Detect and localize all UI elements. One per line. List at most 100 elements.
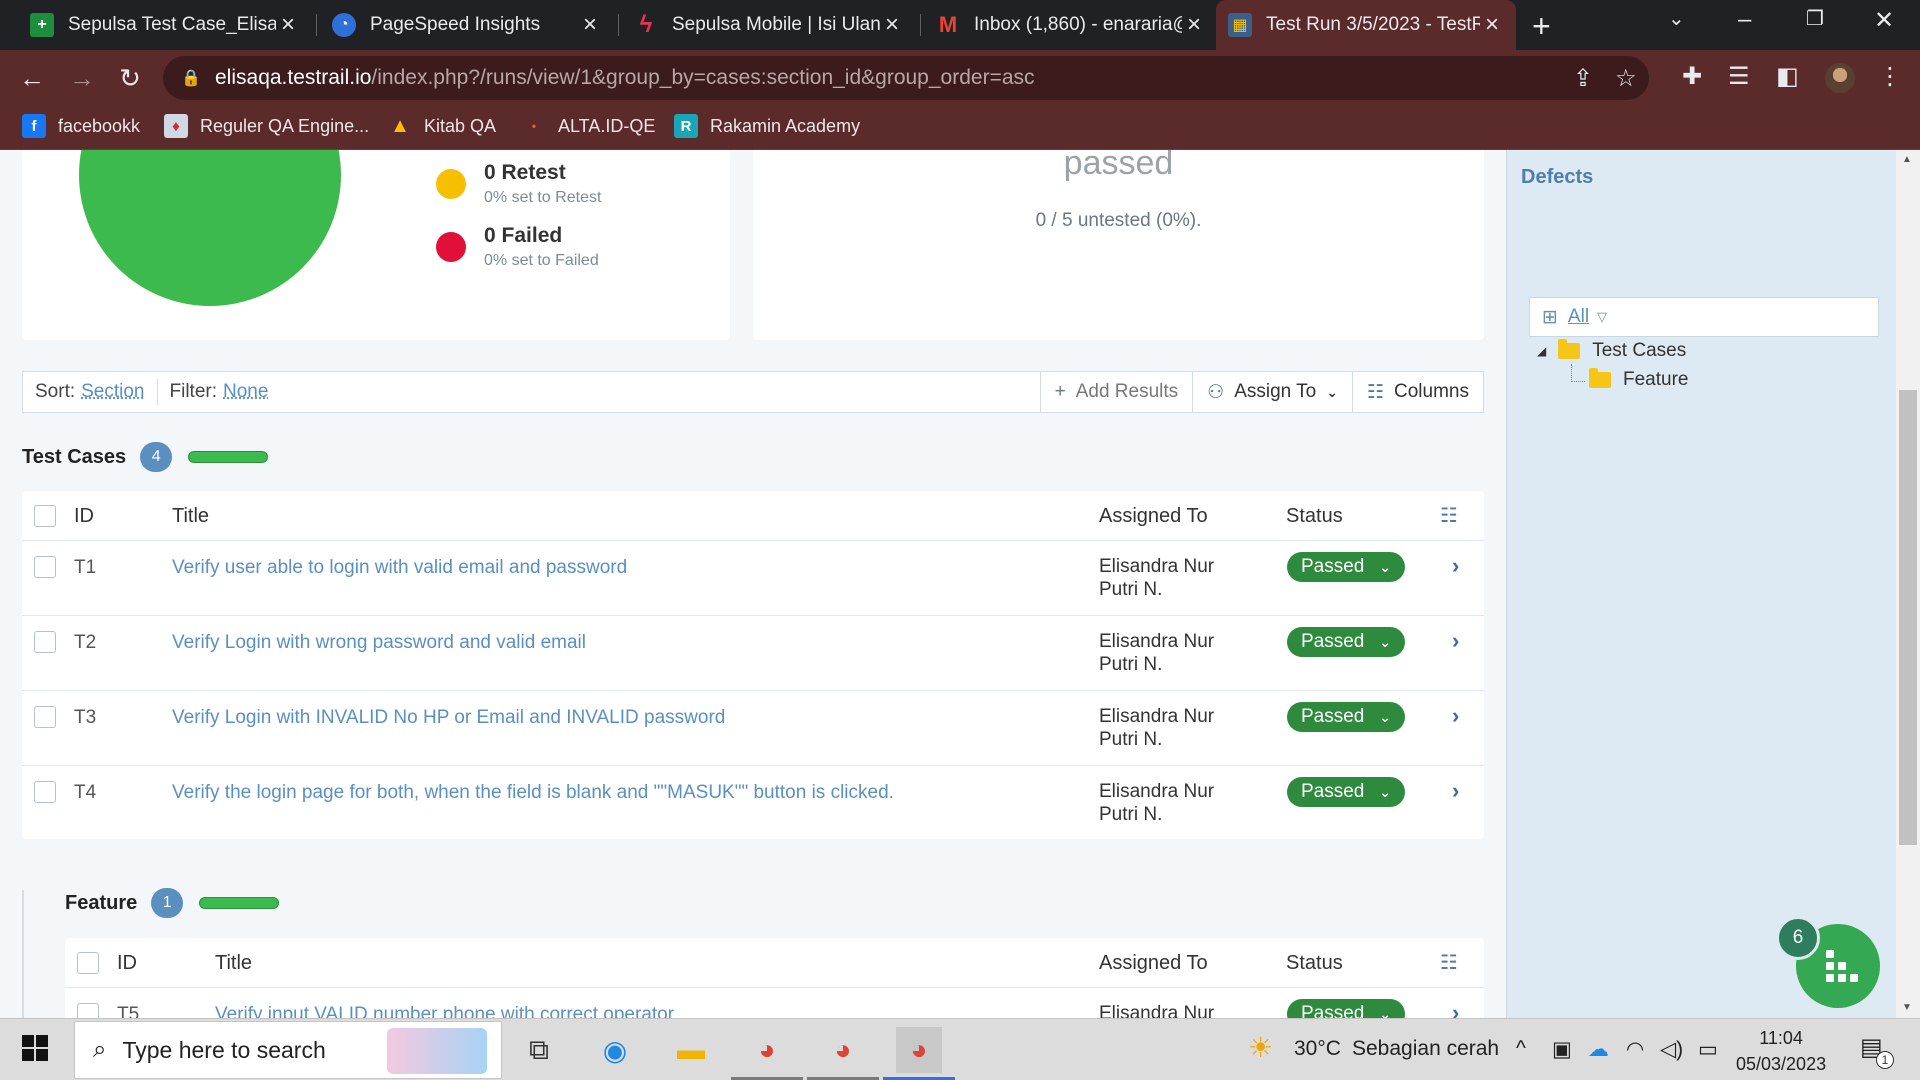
bookmark-item[interactable]: ▲ Kitab QA	[388, 114, 496, 138]
case-title-link[interactable]: Verify user able to login with valid ema…	[172, 557, 627, 579]
weather-desc[interactable]: Sebagian cerah	[1352, 1037, 1499, 1061]
weather-temp[interactable]: 30°C	[1294, 1037, 1341, 1061]
tree-node-test-cases[interactable]: ◢ Test Cases	[1537, 339, 1686, 362]
file-explorer-icon[interactable]: ▬	[668, 1027, 714, 1073]
status-dropdown[interactable]: Passed ⌄	[1287, 702, 1405, 732]
minimize-icon[interactable]: –	[1738, 6, 1751, 34]
meet-now-icon[interactable]: ▣	[1552, 1037, 1572, 1062]
row-checkbox[interactable]	[34, 781, 56, 803]
row-checkbox[interactable]	[34, 556, 56, 578]
assign-to-button[interactable]: ⚇ Assign To ⌄	[1192, 372, 1352, 412]
col-id[interactable]: ID	[74, 505, 94, 528]
restore-icon[interactable]: ❐	[1806, 6, 1824, 31]
forward-icon[interactable]: →	[64, 60, 100, 96]
profile-avatar[interactable]	[1825, 63, 1855, 93]
chevron-right-icon[interactable]: ›	[1452, 553, 1459, 579]
col-assigned-to[interactable]: Assigned To	[1099, 952, 1208, 975]
case-title-link[interactable]: Verify Login with wrong password and val…	[172, 632, 586, 654]
weather-icon[interactable]: ☀	[1248, 1031, 1273, 1064]
task-view-icon[interactable]: ⧉	[516, 1027, 562, 1073]
table-row[interactable]: T1 Verify user able to login with valid …	[22, 541, 1484, 616]
close-icon[interactable]: ×	[276, 11, 300, 39]
select-all-checkbox[interactable]	[34, 505, 56, 527]
close-icon[interactable]: ×	[1182, 11, 1206, 39]
taskbar-search-input[interactable]: ⌕ Type here to search	[74, 1021, 502, 1079]
section-filter-dropdown[interactable]: ⊞ All ▽	[1529, 297, 1879, 337]
case-title-link[interactable]: Verify Login with INVALID No HP or Email…	[172, 707, 725, 729]
tray-overflow-icon[interactable]: ^	[1516, 1037, 1526, 1061]
section-header-test-cases[interactable]: Test Cases 4	[22, 442, 269, 472]
defects-link[interactable]: Defects	[1521, 166, 1593, 189]
case-title-link[interactable]: Verify the login page for both, when the…	[172, 782, 894, 804]
chevron-right-icon[interactable]: ›	[1452, 628, 1459, 654]
scrollbar-thumb[interactable]	[1899, 390, 1917, 845]
section-header-feature[interactable]: Feature 1	[65, 888, 280, 918]
select-all-checkbox[interactable]	[77, 952, 99, 974]
status-dropdown[interactable]: Passed ⌄	[1287, 552, 1405, 582]
extensions-icon[interactable]: ✚	[1682, 62, 1702, 91]
table-row[interactable]: T5 Verify input VALID number phone with …	[65, 988, 1484, 1018]
reload-icon[interactable]: ↻	[112, 60, 148, 96]
col-title[interactable]: Title	[215, 952, 252, 975]
chevron-right-icon[interactable]: ›	[1452, 703, 1459, 729]
bookmark-item[interactable]: • ALTA.ID-QE	[522, 114, 655, 138]
windows-start-icon[interactable]	[22, 1035, 48, 1066]
status-dropdown[interactable]: Passed ⌄	[1287, 999, 1405, 1018]
scroll-up-icon[interactable]: ▲	[1902, 154, 1912, 165]
wifi-icon[interactable]: ◠	[1626, 1037, 1644, 1062]
media-icon[interactable]: ☰	[1728, 62, 1750, 91]
bookmark-item[interactable]: R Rakamin Academy	[674, 114, 860, 138]
tab-search-icon[interactable]: ⌄	[1668, 6, 1685, 31]
expand-triangle-icon[interactable]: ◢	[1537, 344, 1546, 358]
bookmark-item[interactable]: f facebookk	[22, 114, 140, 138]
scroll-down-icon[interactable]: ▼	[1902, 1002, 1912, 1013]
sort-link[interactable]: Section	[81, 381, 144, 403]
chevron-right-icon[interactable]: ›	[1452, 1000, 1459, 1018]
filter-link[interactable]: None	[223, 381, 268, 403]
status-dropdown[interactable]: Passed ⌄	[1287, 777, 1405, 807]
close-icon[interactable]: ×	[1480, 11, 1504, 39]
chrome-active-icon[interactable]: ◕	[896, 1027, 942, 1073]
tree-node-feature[interactable]: Feature	[1589, 368, 1688, 391]
new-tab-button[interactable]: +	[1532, 8, 1551, 45]
share-icon[interactable]: ⇪	[1573, 64, 1593, 93]
close-icon[interactable]: ×	[880, 11, 904, 39]
row-checkbox[interactable]	[34, 706, 56, 728]
chrome-icon[interactable]: ◕	[744, 1027, 790, 1073]
browser-tab[interactable]: M Inbox (1,860) - enararia@gmail.com ×	[924, 0, 1218, 50]
bookmark-star-icon[interactable]: ☆	[1615, 64, 1637, 93]
chevron-right-icon[interactable]: ›	[1452, 778, 1459, 804]
table-row[interactable]: T4 Verify the login page for both, when …	[22, 766, 1484, 841]
onedrive-icon[interactable]: ☁	[1588, 1037, 1609, 1062]
back-icon[interactable]: ←	[14, 60, 50, 96]
row-checkbox[interactable]	[77, 1003, 99, 1018]
close-icon[interactable]: ×	[578, 11, 602, 39]
status-dropdown[interactable]: Passed ⌄	[1287, 627, 1405, 657]
table-row[interactable]: T2 Verify Login with wrong password and …	[22, 616, 1484, 691]
battery-icon[interactable]: ▭	[1698, 1037, 1718, 1062]
col-status[interactable]: Status	[1286, 505, 1343, 528]
col-status[interactable]: Status	[1286, 952, 1343, 975]
chrome-profile-icon[interactable]: ◕	[820, 1027, 866, 1073]
edge-icon[interactable]: ◉	[592, 1027, 638, 1073]
col-assigned-to[interactable]: Assigned To	[1099, 505, 1208, 528]
row-checkbox[interactable]	[34, 631, 56, 653]
browser-tab[interactable]: ϟ Sepulsa Mobile | Isi Ulang ×	[622, 0, 916, 50]
column-settings-icon[interactable]: ☷	[1440, 503, 1458, 528]
col-id[interactable]: ID	[117, 952, 137, 975]
address-bar[interactable]: 🔒 elisaqa.testrail.io/index.php?/runs/vi…	[163, 56, 1649, 100]
table-row[interactable]: T3 Verify Login with INVALID No HP or Em…	[22, 691, 1484, 766]
volume-icon[interactable]: ◁)	[1660, 1037, 1683, 1062]
browser-tab-active[interactable]: ▦ Test Run 3/5/2023 - TestRail ×	[1216, 0, 1516, 50]
system-clock[interactable]: 11:04 05/03/2023	[1736, 1025, 1826, 1077]
bookmark-item[interactable]: ♦ Reguler QA Engine...	[164, 114, 369, 138]
side-panel-icon[interactable]: ◧	[1776, 62, 1799, 91]
column-settings-icon[interactable]: ☷	[1440, 950, 1458, 975]
add-results-button[interactable]: + Add Results	[1039, 372, 1193, 412]
columns-button[interactable]: ☷ Columns	[1351, 372, 1483, 412]
col-title[interactable]: Title	[172, 505, 209, 528]
browser-tab[interactable]: + Sepulsa Test Case_Elisandra ×	[18, 0, 312, 50]
case-title-link[interactable]: Verify input VALID number phone with cor…	[215, 1004, 674, 1018]
window-close-icon[interactable]: ✕	[1874, 6, 1894, 35]
menu-icon[interactable]: ⋮	[1878, 62, 1902, 91]
